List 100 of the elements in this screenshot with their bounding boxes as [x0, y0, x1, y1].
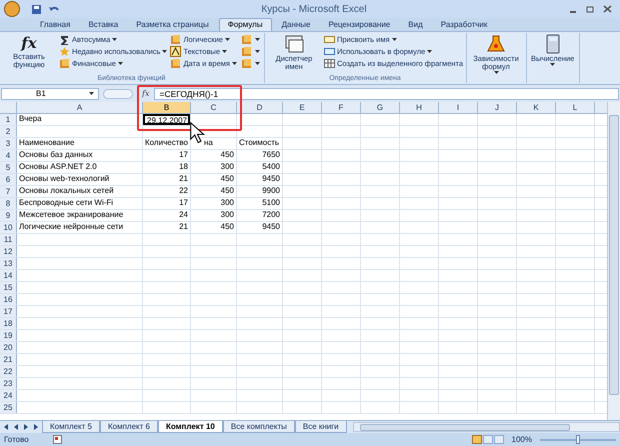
table-cell-text: 450 — [220, 150, 235, 161]
table-cell-text: 18 — [178, 162, 189, 173]
scroll-thumb[interactable] — [609, 115, 619, 395]
row-header[interactable]: 14 — [0, 270, 17, 281]
row-header[interactable]: 1 — [0, 114, 17, 125]
column-header[interactable]: D — [237, 102, 283, 113]
ribbon-tab[interactable]: Главная — [32, 18, 78, 31]
office-button[interactable] — [4, 1, 20, 17]
vertical-scrollbar[interactable] — [607, 102, 620, 420]
table-cell-text: 21 — [178, 174, 189, 185]
caret-icon — [254, 62, 260, 65]
window-title: Курсы - Microsoft Excel — [260, 2, 368, 16]
scroll-thumb[interactable] — [360, 424, 570, 430]
row-header[interactable]: 15 — [0, 282, 17, 293]
table-cell-text: 7650 — [261, 150, 281, 161]
formula-field[interactable]: =СЕГОДНЯ()-1 — [154, 88, 619, 100]
row-header[interactable]: 17 — [0, 306, 17, 317]
column-header[interactable]: B — [143, 102, 191, 113]
ribbon-icon-button[interactable] — [240, 46, 261, 57]
row-header[interactable]: 16 — [0, 294, 17, 305]
column-header[interactable]: L — [556, 102, 595, 113]
insert-function-button[interactable]: fx — [141, 88, 150, 98]
table-cell-text: Стоимость — [238, 138, 280, 149]
column-header[interactable]: F — [322, 102, 361, 113]
row-header[interactable]: 10 — [0, 222, 17, 233]
table-cell-text: 450 — [220, 222, 235, 233]
save-icon[interactable] — [32, 4, 41, 14]
row-header[interactable]: 21 — [0, 354, 17, 365]
caret-icon — [254, 38, 260, 41]
ribbon-tab[interactable]: Разработчик — [432, 18, 496, 31]
name-box[interactable]: B1 — [1, 88, 99, 100]
row-header[interactable]: 5 — [0, 162, 17, 173]
table-cell-text: 5100 — [261, 198, 281, 209]
row-header[interactable]: 18 — [0, 318, 17, 329]
table-cell-text: 450 — [220, 174, 235, 185]
ribbon-tab[interactable]: Разметка страницы — [128, 18, 217, 31]
row-header[interactable]: 4 — [0, 150, 17, 161]
caret-icon — [550, 63, 556, 66]
caret-icon — [89, 92, 94, 95]
sheet-tab[interactable]: Комплект 6 — [100, 421, 158, 433]
column-header[interactable]: J — [478, 102, 517, 113]
row-header[interactable]: 3 — [0, 138, 17, 149]
caret-icon — [254, 50, 260, 53]
ribbon-tab[interactable]: Формулы — [218, 18, 272, 31]
ribbon-tab[interactable]: Вид — [400, 18, 431, 31]
sheet-tab[interactable]: Все книги — [294, 421, 347, 433]
ribbon-tab[interactable]: Вставка — [80, 18, 126, 31]
table-cell-text: Межсетевое экранирование — [18, 210, 124, 221]
caret-icon — [222, 50, 227, 53]
column-header[interactable]: I — [439, 102, 478, 113]
sheet-tab[interactable]: Все комплекты — [222, 421, 295, 433]
row-header[interactable]: 9 — [0, 210, 17, 221]
row-header[interactable]: 13 — [0, 258, 17, 269]
table-cell-text: 9450 — [261, 222, 281, 233]
table-cell-text: Беспроводные сети Wi-Fi — [18, 198, 114, 209]
row-header[interactable]: 24 — [0, 390, 17, 401]
row-header[interactable]: 8 — [0, 198, 17, 209]
mouse-pointer-icon — [190, 122, 205, 144]
row-header[interactable]: 20 — [0, 342, 17, 353]
column-header[interactable]: K — [517, 102, 556, 113]
row-header[interactable]: 19 — [0, 330, 17, 341]
macro-record-icon[interactable] — [52, 435, 62, 444]
table-cell-text: на — [203, 138, 214, 149]
ribbon-tab[interactable]: Данные — [274, 18, 318, 31]
sheet-tab[interactable]: Комплект 10 — [158, 421, 223, 433]
row-header[interactable]: 22 — [0, 366, 17, 377]
view-buttons-drawing[interactable] — [472, 435, 504, 444]
sigma-icon — [59, 34, 70, 45]
row-header[interactable]: 12 — [0, 246, 17, 257]
status-text: Готово — [4, 434, 29, 446]
column-header[interactable]: G — [361, 102, 400, 113]
table-cell-text: 300 — [220, 198, 235, 209]
label-icon — [324, 46, 335, 57]
ribbon-icon-button[interactable] — [240, 34, 261, 45]
column-header[interactable]: E — [283, 102, 322, 113]
zoom-thumb[interactable] — [576, 434, 580, 444]
row-header[interactable]: 2 — [0, 126, 17, 137]
table-cell: 29.12.2007 — [143, 114, 190, 125]
row-header[interactable]: 6 — [0, 174, 17, 185]
column-header[interactable]: H — [400, 102, 439, 113]
undo-icon[interactable] — [49, 4, 59, 14]
caret-icon — [494, 71, 499, 74]
column-header[interactable]: C — [191, 102, 237, 113]
sheet-tab[interactable]: Комплект 5 — [42, 421, 100, 433]
restore-icon[interactable] — [586, 5, 595, 13]
ribbon-icon-button[interactable] — [240, 58, 261, 69]
table-cell-text: 300 — [220, 162, 235, 173]
close-icon[interactable] — [603, 5, 612, 13]
table-cell-text: 9900 — [261, 186, 281, 197]
caret-icon — [232, 62, 237, 65]
caret-icon — [224, 38, 230, 41]
table-cell-text: 17 — [178, 150, 189, 161]
horizontal-scrollbar[interactable] — [352, 422, 620, 432]
row-header[interactable]: 25 — [0, 402, 17, 413]
row-header[interactable]: 7 — [0, 186, 17, 197]
row-header[interactable]: 23 — [0, 378, 17, 389]
letter-icon — [170, 46, 182, 57]
ribbon-tab[interactable]: Рецензирование — [320, 18, 398, 31]
row-header[interactable]: 11 — [0, 234, 17, 245]
table-cell-text: 7200 — [261, 210, 281, 221]
